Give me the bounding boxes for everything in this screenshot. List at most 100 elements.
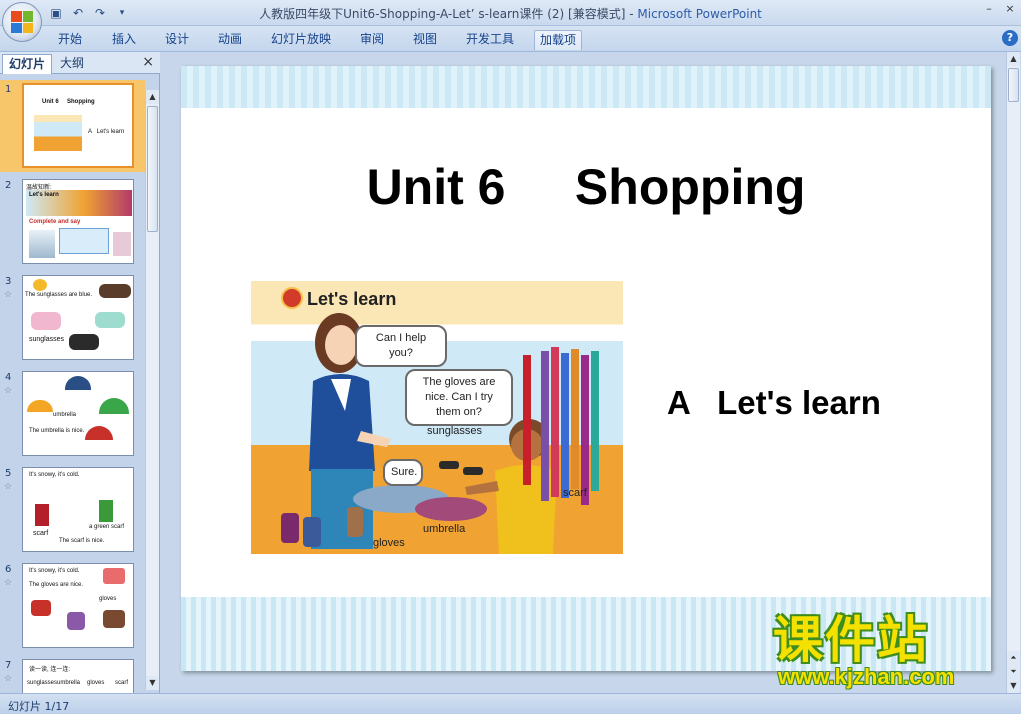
animation-star-icon: ☆ [4,578,13,588]
thumbnail-number: 4 [5,372,12,383]
sun-icon [33,279,47,291]
tab-design[interactable]: 设计 [160,30,194,50]
thumbnail-number: 5 [5,468,12,479]
thumbnail-4[interactable]: 4 ☆ umbrella The umbrella is nice. [0,368,145,460]
scroll-up-icon[interactable]: ▲ [146,90,159,104]
lets-learn-picture[interactable]: Let's learn Can I help you? The gloves a… [251,281,623,554]
watermark-logo: 课件站 [773,611,929,669]
thumbnail-text: The umbrella is nice. [29,428,85,434]
umbrella-icon [65,376,91,390]
thumbnail-text: sunglasses [27,680,58,686]
thumbnail-number: 7 [5,660,12,671]
slide-subtitle[interactable]: A Let's learn [667,384,881,422]
thumbnail-preview: 读一读, 连一连: sunglasses umbrella gloves sca… [22,659,134,693]
decorative-band-top [181,66,991,108]
thumbnail-picture [29,230,55,258]
title-bar: ▣ ↶ ↷ ▾ 人教版四年级下Unit6-Shopping-A-Let’ s-l… [0,0,1021,26]
tab-outline[interactable]: 大纲 [54,54,90,74]
status-bar: 幻灯片 1/17 [0,693,1021,714]
scarf-icon [35,504,49,526]
thumbnail-5[interactable]: 5 ☆ It's snowy, it's cold. a green scarf… [0,464,145,556]
tab-view[interactable]: 视图 [408,30,442,50]
animation-star-icon: ☆ [4,482,13,492]
slides-panel: 幻灯片 大纲 × 1 Unit 6 Shopping A Let's learn… [0,52,160,693]
sunglasses-icon [99,284,131,298]
speech-bubble-1: Can I help you? [355,325,447,367]
help-icon[interactable]: ? [1002,30,1018,46]
label-gloves: gloves [373,537,405,549]
scrollbar-thumb[interactable] [147,106,158,232]
thumbnail-preview: It's snowy, it's cold. The gloves are ni… [22,563,134,648]
thumbnail-text: The scarf is nice. [59,538,105,544]
app-name: Microsoft PowerPoint [637,7,762,21]
thumbnail-2[interactable]: 2 温故知新: Let's learn Complete and say [0,176,145,268]
tab-developer[interactable]: 开发工具 [461,30,519,50]
scroll-down-icon[interactable]: ▼ [146,676,159,690]
sunglasses-icon [31,312,61,330]
label-umbrella: umbrella [423,523,466,535]
thumbnail-6[interactable]: 6 ☆ It's snowy, it's cold. The gloves ar… [0,560,145,652]
scroll-up-icon[interactable]: ▲ [1007,52,1020,66]
slide-title[interactable]: Unit 6 Shopping [181,158,991,216]
next-slide-icon[interactable]: ⏷ [1007,665,1020,679]
tab-slideshow[interactable]: 幻灯片放映 [266,30,336,50]
slide-canvas[interactable]: Unit 6 Shopping Let's learn Can I help y… [181,66,991,671]
watermark-url: www.kjzhan.com [778,664,955,689]
thumbnail-7[interactable]: 7 ☆ 读一读, 连一连: sunglasses umbrella gloves… [0,656,145,693]
umbrella-icon [85,426,113,440]
thumbnail-subtitle: A Let's learn [88,129,125,135]
thumbnail-scrollbar[interactable]: ▲ ▼ [145,90,159,690]
thumbnail-text: umbrella [57,680,81,686]
thumbnail-text: 读一读, 连一连: [29,667,71,673]
previous-slide-icon[interactable]: ⏶ [1007,651,1020,665]
thumbnail-preview: It's snowy, it's cold. a green scarf sca… [22,467,134,552]
animation-star-icon: ☆ [4,674,13,684]
sunglasses-icon [69,334,99,350]
tab-animation[interactable]: 动画 [213,30,247,50]
thumbnail-text: Let's learn [29,192,59,198]
tab-addins[interactable]: 加载项 [534,30,583,50]
gloves-icon [103,568,125,584]
thumbnail-1[interactable]: 1 Unit 6 Shopping A Let's learn [0,80,145,172]
thumbnail-text: It's snowy, it's cold. [29,472,80,478]
gloves-icon [67,612,85,630]
umbrella-icon [27,400,53,412]
thumbnail-text: scarf [115,680,129,686]
panel-tabs: 幻灯片 大纲 × [0,52,160,74]
label-scarf: scarf [563,487,587,499]
thumbnail-text: It's snowy, it's cold. [29,568,80,574]
animation-star-icon: ☆ [4,290,13,300]
tab-home[interactable]: 开始 [53,30,87,50]
scroll-down-icon[interactable]: ▼ [1007,679,1020,693]
thumbnail-text: scarf [33,530,49,537]
thumbnail-text: umbrella [53,412,77,418]
umbrella-icon [99,398,129,414]
scrollbar-thumb[interactable] [1008,68,1019,102]
thumbnail-preview: 温故知新: Let's learn Complete and say [22,179,134,264]
tab-insert[interactable]: 插入 [107,30,141,50]
tab-slides[interactable]: 幻灯片 [2,54,53,74]
office-button[interactable] [2,2,42,42]
thumbnail-picture [113,232,131,256]
thumbnail-text: The sunglasses are blue. [25,292,93,298]
thumbnail-preview: Unit 6 Shopping A Let's learn [22,83,134,168]
gloves-icon [31,600,51,616]
thumbnail-number: 3 [5,276,12,287]
close-panel-icon[interactable]: × [142,54,154,70]
label-sunglasses: sunglasses [427,425,483,437]
sunglasses-icon [95,312,125,328]
minimize-icon[interactable]: – [978,2,1000,16]
tab-review[interactable]: 审阅 [355,30,389,50]
close-window-icon[interactable]: × [999,2,1021,16]
gloves-icon [103,610,125,628]
scarf-icon [99,500,113,522]
thumbnail-preview: umbrella The umbrella is nice. [22,371,134,456]
office-logo-icon [11,11,33,33]
slide-scrollbar[interactable]: ▲ ⏶ ⏷ ▼ [1006,52,1020,693]
thumbnail-number: 1 [5,84,12,95]
thumbnail-number: 6 [5,564,12,575]
speech-bubble-2: The gloves are nice. Can I try them on? [405,369,513,426]
thumbnail-table [59,228,109,254]
thumbnail-text: The gloves are nice. [29,582,84,588]
thumbnail-3[interactable]: 3 ☆ The sunglasses are blue. sunglasses [0,272,145,364]
